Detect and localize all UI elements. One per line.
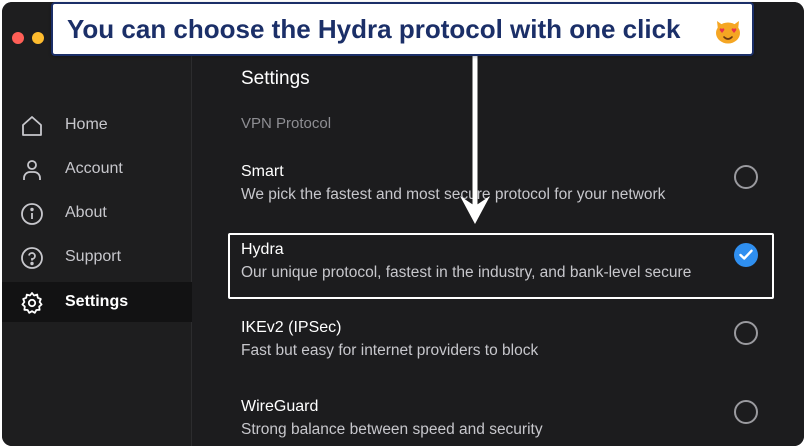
option-description: Fast but easy for internet providers to … <box>241 342 539 359</box>
protocol-option-wireguard[interactable]: WireGuard Strong balance between speed a… <box>233 398 773 446</box>
radio-button[interactable] <box>734 321 758 345</box>
option-name: IKEv2 (IPSec) <box>241 319 342 336</box>
sidebar-item-label: Account <box>65 160 123 177</box>
annotation-banner: You can choose the Hydra protocol with o… <box>51 2 754 56</box>
settings-panel: Settings VPN Protocol Smart We pick the … <box>193 2 804 446</box>
app-window: Home Account About Support Settings Sett… <box>2 2 804 446</box>
account-icon <box>20 158 44 182</box>
radio-button[interactable] <box>734 165 758 189</box>
minimize-window-button[interactable] <box>32 32 44 44</box>
down-arrow-annotation <box>460 56 490 224</box>
option-description: Strong balance between speed and securit… <box>241 421 543 438</box>
info-icon <box>20 202 44 226</box>
help-icon <box>20 246 44 270</box>
sidebar-item-home[interactable]: Home <box>2 105 192 145</box>
sidebar-item-label: Settings <box>65 293 129 310</box>
section-label: VPN Protocol <box>241 115 332 132</box>
heart-eyes-cat-emoji <box>716 21 740 44</box>
option-name: Smart <box>241 163 284 180</box>
radio-button[interactable] <box>734 400 758 424</box>
option-name: WireGuard <box>241 398 319 415</box>
banner-text: You can choose the Hydra protocol with o… <box>67 14 681 44</box>
gear-icon <box>20 291 44 315</box>
sidebar: Home Account About Support Settings <box>2 2 192 446</box>
sidebar-item-label: Support <box>65 248 122 265</box>
sidebar-item-account[interactable]: Account <box>2 149 192 189</box>
highlight-box <box>228 233 774 299</box>
protocol-option-ikev2[interactable]: IKEv2 (IPSec) Fast but easy for internet… <box>233 319 773 383</box>
sidebar-item-about[interactable]: About <box>2 193 192 233</box>
sidebar-item-label: Home <box>65 116 108 133</box>
page-title: Settings <box>241 68 310 89</box>
protocol-option-smart[interactable]: Smart We pick the fastest and most secur… <box>233 163 773 227</box>
sidebar-item-label: About <box>65 204 107 221</box>
sidebar-item-support[interactable]: Support <box>2 237 192 277</box>
close-window-button[interactable] <box>12 32 24 44</box>
home-icon <box>20 114 44 138</box>
sidebar-item-settings[interactable]: Settings <box>2 282 192 322</box>
option-description: We pick the fastest and most secure prot… <box>241 186 666 203</box>
